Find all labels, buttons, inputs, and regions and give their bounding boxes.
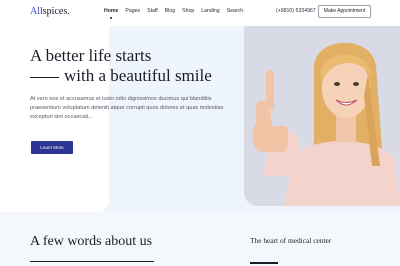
main-nav: Home Pages Staff Blog Shop Landing Searc… bbox=[104, 8, 250, 19]
about-title-underline bbox=[30, 261, 154, 262]
hero-title-line1: A better life starts bbox=[30, 46, 152, 65]
logo-prefix: All bbox=[30, 6, 43, 17]
hero-title-line2: with a beautiful smile bbox=[64, 66, 212, 85]
nav-item-shop[interactable]: Shop bbox=[182, 8, 194, 14]
logo[interactable]: Allspices. bbox=[30, 6, 70, 17]
smiling-woman-thumbs-up-photo-icon bbox=[244, 26, 400, 206]
nav-item-search[interactable]: Search bbox=[227, 8, 243, 14]
nav-item-pages[interactable]: Pages bbox=[125, 8, 140, 14]
logo-suffix: spices. bbox=[42, 6, 70, 17]
medical-center-title: The heart of medical center bbox=[250, 236, 332, 245]
medical-center-underline bbox=[250, 262, 278, 264]
hero-photo bbox=[244, 26, 400, 206]
site-header: Allspices. Home Pages Staff Blog Shop La… bbox=[0, 0, 400, 26]
learn-more-button[interactable]: Learn More bbox=[31, 141, 73, 154]
nav-item-home[interactable]: Home bbox=[104, 8, 118, 19]
about-title: A few words about us bbox=[30, 234, 153, 249]
nav-item-staff[interactable]: Staff bbox=[147, 8, 158, 14]
hero-description: At vero eos et accusamus et iusto odio d… bbox=[30, 96, 224, 121]
make-appointment-button[interactable]: Make Appointment bbox=[318, 5, 371, 18]
phone-number[interactable]: (+9810) 5334967 bbox=[276, 8, 316, 14]
hero-title-dash bbox=[30, 77, 59, 78]
nav-item-blog[interactable]: Blog bbox=[165, 8, 175, 14]
nav-item-landing[interactable]: Landing bbox=[201, 8, 219, 14]
